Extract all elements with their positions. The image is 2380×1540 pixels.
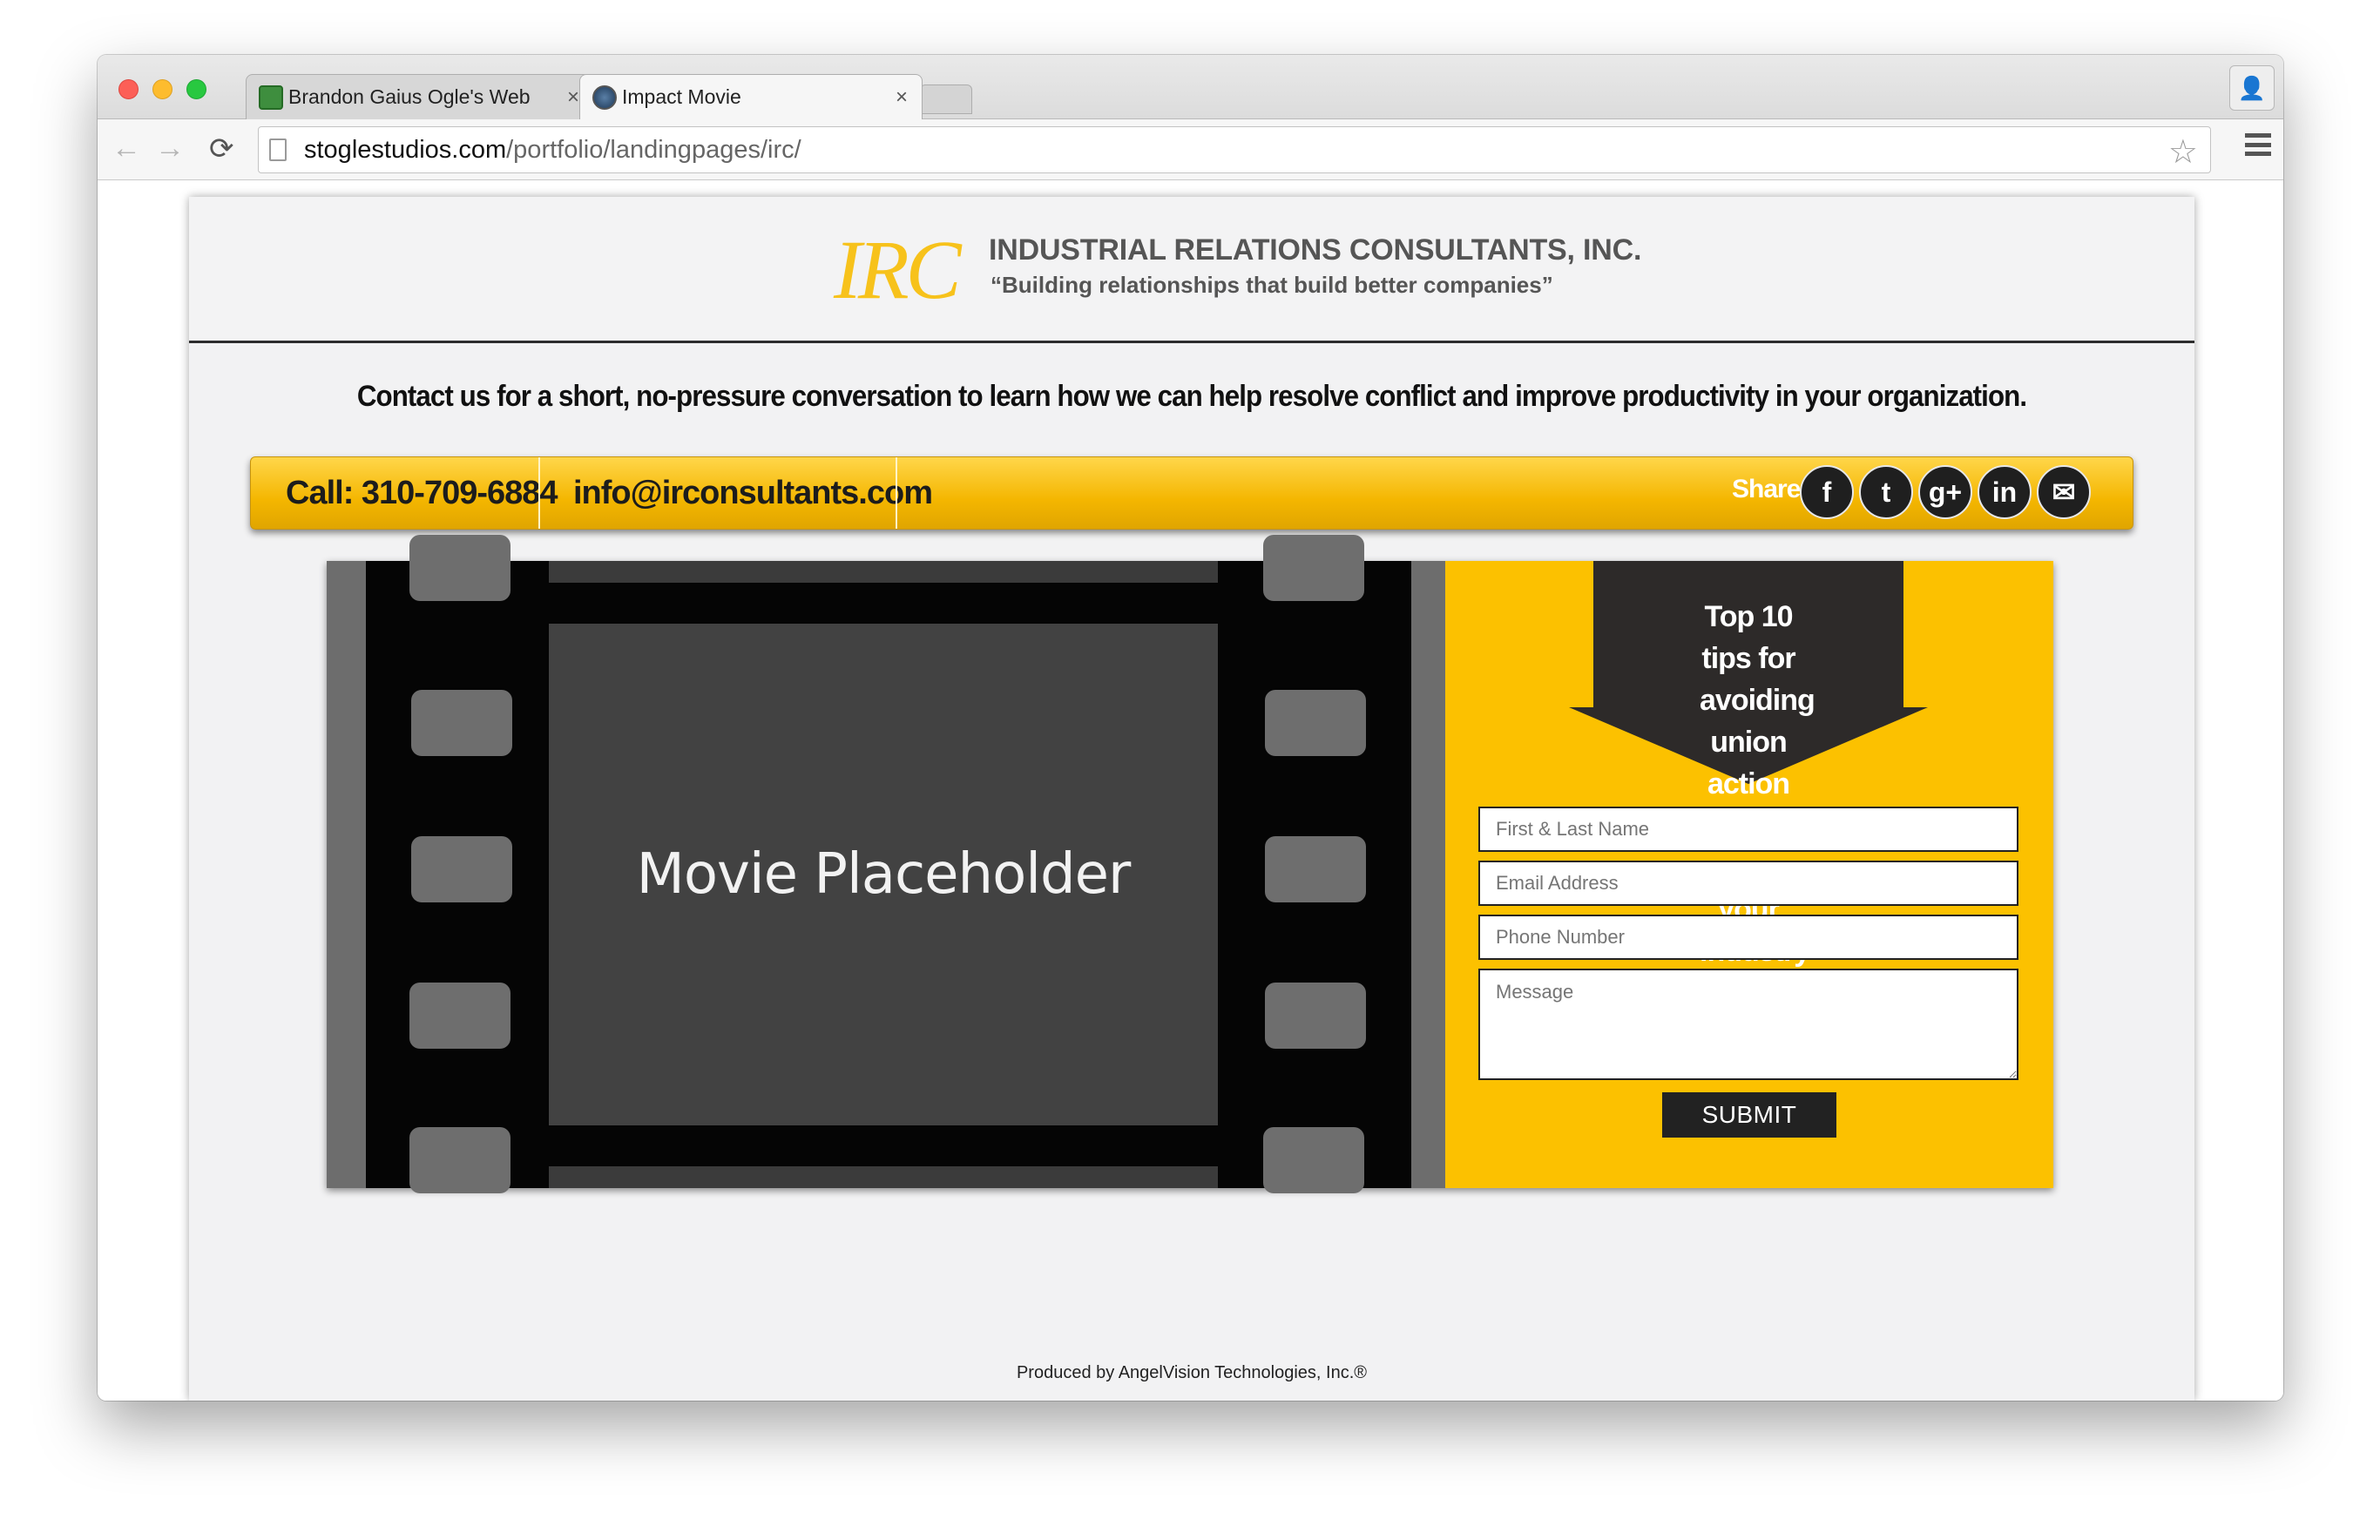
landing-page: IRC INDUSTRIAL RELATIONS CONSULTANTS, IN… — [189, 197, 2194, 1401]
close-window-button[interactable] — [118, 79, 139, 99]
film-frame-edge — [549, 1166, 1218, 1188]
logo-text: IRC — [834, 223, 962, 316]
divider — [896, 457, 897, 529]
tab-label: Impact Movie — [622, 85, 741, 108]
movie-placeholder[interactable]: Movie Placeholder — [327, 535, 1445, 1193]
company-tagline: “Building relationships that build bette… — [991, 272, 1553, 298]
name-input[interactable] — [1478, 807, 2018, 852]
linkedin-icon[interactable]: in — [1978, 465, 2032, 519]
divider — [538, 457, 540, 529]
email-link[interactable]: info@irconsultants.com — [573, 457, 933, 529]
page-viewport: IRC INDUSTRIAL RELATIONS CONSULTANTS, IN… — [98, 181, 2283, 1401]
forward-icon[interactable]: → — [155, 132, 185, 165]
sprocket-hole — [411, 836, 512, 902]
globe-icon — [592, 84, 617, 110]
sprocket-hole — [409, 535, 510, 601]
sprocket-hole — [1263, 535, 1364, 601]
lead-form: Top 10 tips for avoiding union action ba… — [1445, 561, 2053, 1188]
film-strip: Movie Placeholder — [366, 535, 1411, 1193]
back-icon[interactable]: ← — [112, 132, 141, 165]
call-link[interactable]: Call: 310-709-6884 — [286, 457, 558, 529]
minimize-window-button[interactable] — [152, 79, 172, 99]
close-tab-icon[interactable]: × — [896, 85, 908, 110]
sprocket-hole — [1265, 983, 1366, 1049]
profile-icon[interactable]: 👤 — [2229, 65, 2275, 111]
page-headline: Contact us for a short, no-pressure conv… — [356, 380, 2027, 413]
tab-strip: Brandon Gaius Ogle's Web × Impact Movie … — [98, 55, 2283, 119]
menu-icon[interactable] — [2245, 133, 2271, 156]
tab-label: Brandon Gaius Ogle's Web — [288, 85, 531, 108]
bookmark-star-icon[interactable]: ☆ — [2168, 132, 2198, 172]
address-bar[interactable]: stoglestudios.com /portfolio/landingpage… — [258, 126, 2211, 173]
sprocket-hole — [409, 983, 510, 1049]
message-textarea[interactable] — [1478, 969, 2018, 1080]
sprocket-hole — [1265, 836, 1366, 902]
url-host: stoglestudios.com — [304, 135, 507, 164]
share-label: Share: — [1732, 475, 1809, 503]
sprocket-hole — [1263, 1127, 1364, 1193]
email-input[interactable] — [1478, 861, 2018, 906]
browser-window: Brandon Gaius Ogle's Web × Impact Movie … — [98, 55, 2283, 1401]
contact-bar: Call: 310-709-6884 info@irconsultants.co… — [250, 456, 2133, 530]
google-plus-icon[interactable]: g+ — [1918, 465, 1972, 519]
movie-placeholder-text: Movie Placeholder — [636, 842, 1132, 907]
company-name: INDUSTRIAL RELATIONS CONSULTANTS, INC. — [989, 233, 1642, 267]
briefcase-icon — [259, 84, 283, 110]
footer-credit: Produced by AngelVision Technologies, In… — [1016, 1363, 1368, 1382]
sprocket-hole — [409, 1127, 510, 1193]
tab-brandon-ogle[interactable]: Brandon Gaius Ogle's Web × — [246, 74, 594, 119]
irc-logo[interactable]: IRC — [834, 221, 964, 316]
browser-toolbar: ← → ⟳ stoglestudios.com /portfolio/landi… — [98, 119, 2283, 180]
film-frame-edge — [549, 561, 1218, 583]
url-path: /portfolio/landingpages/irc/ — [506, 135, 801, 164]
submit-button[interactable]: SUBMIT — [1662, 1092, 1836, 1138]
page-icon — [269, 138, 287, 161]
film-frame: Movie Placeholder — [549, 624, 1218, 1125]
sprocket-hole — [411, 690, 512, 756]
facebook-icon[interactable]: f — [1800, 465, 1854, 519]
new-tab-button[interactable] — [920, 84, 972, 114]
page-header: IRC INDUSTRIAL RELATIONS CONSULTANTS, IN… — [189, 197, 2194, 343]
sprocket-hole — [1265, 690, 1366, 756]
twitter-icon[interactable]: t — [1859, 465, 1913, 519]
hero-section: Movie Placeholder Top 10 tips for avoidi… — [327, 535, 2053, 1193]
zoom-window-button[interactable] — [186, 79, 206, 99]
close-tab-icon[interactable]: × — [567, 85, 579, 110]
reload-icon[interactable]: ⟳ — [209, 132, 234, 166]
tab-impact-movie[interactable]: Impact Movie × — [579, 74, 923, 119]
form-title-wrapper: Top 10 tips for avoiding union action ba… — [1569, 561, 1928, 968]
email-icon[interactable]: ✉ — [2037, 465, 2091, 519]
phone-input[interactable] — [1478, 915, 2018, 960]
